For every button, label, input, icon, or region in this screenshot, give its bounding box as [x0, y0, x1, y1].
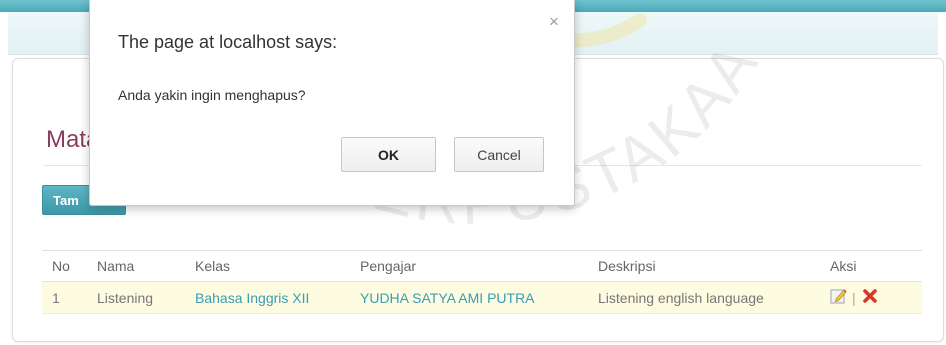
add-button-label: Tam [53, 192, 79, 208]
edit-icon[interactable] [830, 287, 848, 308]
table-row: 1 Listening Bahasa Inggris XII YUDHA SAT… [42, 281, 922, 314]
header-kelas: Kelas [185, 250, 350, 282]
header-pengajar: Pengajar [350, 250, 588, 282]
header-no: No [42, 250, 87, 282]
cell-nama: Listening [87, 281, 185, 314]
action-separator: | [852, 289, 856, 306]
cell-pengajar-link[interactable]: YUDHA SATYA AMI PUTRA [350, 281, 588, 314]
table-header-row: No Nama Kelas Pengajar Deskripsi Aksi [42, 250, 922, 282]
header-nama: Nama [87, 250, 185, 282]
dialog-title: The page at localhost says: [118, 32, 338, 52]
delete-icon[interactable] [862, 288, 878, 307]
close-icon[interactable]: × [546, 13, 562, 30]
cell-no: 1 [42, 281, 87, 314]
cell-deskripsi: Listening english language [588, 281, 820, 314]
confirm-dialog: The page at localhost says: × Anda yakin… [89, 0, 575, 206]
cell-actions: | [820, 281, 922, 314]
cancel-button[interactable]: Cancel [454, 137, 544, 172]
header-deskripsi: Deskripsi [588, 250, 820, 282]
data-table: No Nama Kelas Pengajar Deskripsi Aksi 1 … [42, 250, 922, 314]
header-aksi: Aksi [820, 250, 922, 282]
dialog-message: Anda yakin ingin menghapus? [118, 87, 306, 103]
cell-kelas-link[interactable]: Bahasa Inggris XII [185, 281, 350, 314]
ok-button[interactable]: OK [341, 137, 436, 172]
